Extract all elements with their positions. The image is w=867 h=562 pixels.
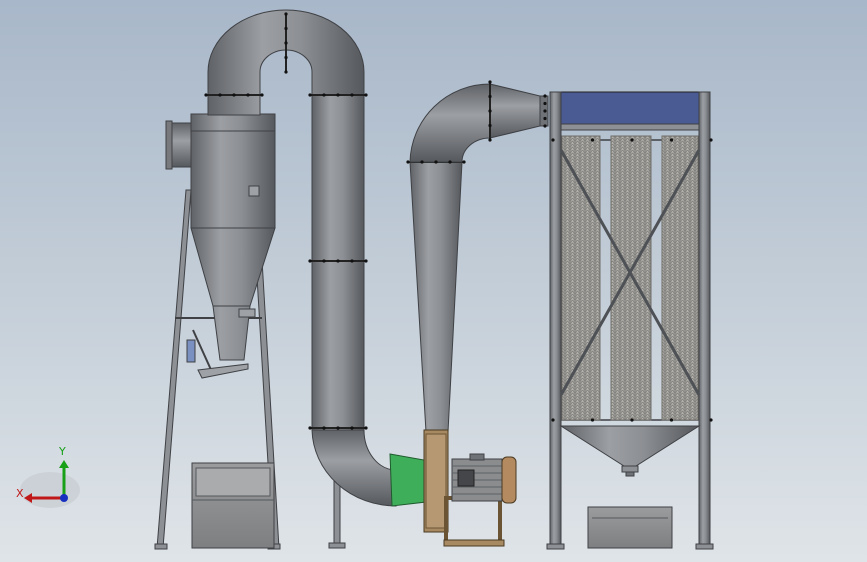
- bolt: [543, 101, 547, 106]
- bolt: [308, 259, 312, 263]
- bolt: [322, 426, 326, 430]
- bolt: [488, 138, 492, 142]
- bolt: [543, 94, 547, 98]
- bolt: [364, 93, 368, 97]
- bolt: [260, 93, 264, 97]
- cyclone-collection-bin: [191, 462, 275, 549]
- bolt: [364, 259, 368, 263]
- bolt: [284, 55, 288, 60]
- bolt: [488, 80, 492, 84]
- bolt: [590, 138, 595, 142]
- fan-motor: [451, 453, 517, 504]
- bolt: [543, 116, 547, 121]
- z-axis-dot: [60, 494, 68, 502]
- bolt: [350, 259, 354, 263]
- bolt: [630, 418, 634, 422]
- bolt: [488, 123, 492, 128]
- bolt: [543, 109, 547, 113]
- bolt: [284, 70, 288, 74]
- x-axis-label: X: [16, 487, 24, 500]
- bolt: [364, 426, 368, 430]
- bolt: [246, 93, 250, 97]
- filter-bag: [561, 135, 601, 421]
- bolt: [350, 93, 354, 97]
- curved-duct-to-filter: [409, 82, 549, 163]
- bolt: [590, 418, 595, 422]
- bolt: [448, 160, 452, 164]
- bolt: [284, 12, 288, 16]
- filter-bag: [610, 135, 652, 421]
- bolt: [669, 138, 674, 142]
- fan-outlet-transition-duct: [408, 161, 464, 433]
- bolt: [308, 426, 312, 430]
- bolt: [284, 26, 288, 31]
- bolt: [543, 124, 547, 128]
- bolt: [669, 418, 674, 422]
- bolt: [284, 41, 288, 45]
- bolt: [336, 259, 340, 263]
- bolt: [462, 160, 466, 164]
- bolt: [204, 93, 208, 97]
- bolt: [709, 138, 713, 142]
- bolt: [218, 93, 222, 97]
- bolt: [630, 138, 634, 142]
- elbow-duct-to-fan: [311, 429, 427, 507]
- bolt: [488, 109, 492, 113]
- bolt: [488, 94, 492, 99]
- filter-bag: [661, 135, 699, 421]
- bolt: [434, 160, 438, 164]
- bolt: [551, 138, 555, 142]
- bolt: [336, 93, 340, 97]
- bolt: [232, 93, 236, 97]
- bolt: [551, 418, 555, 422]
- cad-viewport: X Y: [0, 0, 867, 562]
- filter-collection-bin: [587, 506, 673, 549]
- bolt: [336, 426, 340, 430]
- bolt: [406, 160, 410, 164]
- bolt: [308, 93, 312, 97]
- bolt: [322, 259, 326, 263]
- bolt: [350, 426, 354, 430]
- filter-bags: [561, 135, 699, 421]
- bolt: [709, 418, 713, 422]
- bolt: [322, 93, 326, 97]
- bolt: [420, 160, 424, 164]
- y-axis-label: Y: [58, 445, 66, 458]
- filter-hopper: [559, 425, 701, 477]
- view-orientation-triad: X Y: [16, 445, 80, 508]
